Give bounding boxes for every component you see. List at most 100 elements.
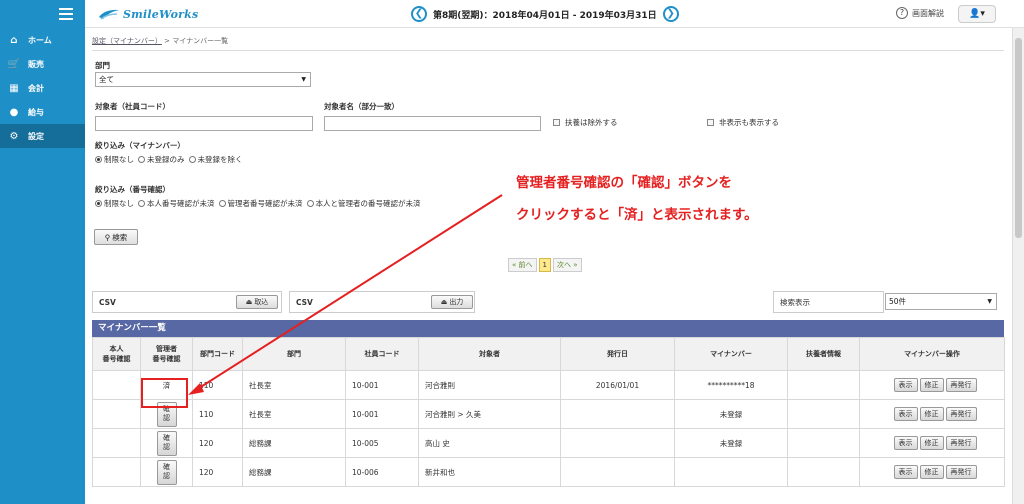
user-menu-button[interactable]: 👤▾ (958, 5, 996, 23)
edit-button[interactable]: 修正 (919, 465, 944, 479)
money-bag-icon: ● (9, 106, 19, 118)
number-check-option[interactable]: 制限なし (95, 198, 134, 209)
mynumber-filter-group: 制限なし 未登録のみ 未登録を除く (95, 154, 247, 165)
dependent-cell (787, 428, 860, 458)
edit-button[interactable]: 修正 (919, 436, 944, 450)
search-button-label: 検索 (112, 232, 128, 242)
scrollbar-thumb[interactable] (1015, 38, 1022, 238)
name-cell: 河合雅則 > 久美 (418, 399, 561, 429)
csv-import-button[interactable]: ⏏ 取込 (236, 295, 278, 309)
col-header-dept: 部門 (242, 337, 346, 371)
breadcrumb: 設定（マイナンバー） > マイナンバー一覧 (92, 36, 228, 46)
checkbox-box (553, 119, 560, 126)
view-button[interactable]: 表示 (893, 407, 918, 421)
breadcrumb-parent-link[interactable]: 設定（マイナンバー） (92, 37, 162, 45)
edit-button[interactable]: 修正 (919, 378, 944, 392)
exclude-dependents-checkbox[interactable]: 扶養は除外する (553, 117, 618, 128)
sidebar-item-accounting[interactable]: ▦ 会計 (0, 76, 85, 100)
annotation-callout: 管理者番号確認の「確認」ボタンを クリックすると「済」と表示されます。 (516, 167, 896, 231)
name-cell: 新井和也 (418, 457, 561, 487)
view-button[interactable]: 表示 (893, 378, 918, 392)
display-count-value: 50件 (889, 297, 907, 306)
pager-next[interactable]: 次へ » (552, 258, 582, 272)
help-link[interactable]: ? 画面解説 (896, 7, 944, 19)
mynumber-cell: **********18 (674, 370, 788, 400)
menu-toggle[interactable] (0, 0, 85, 28)
number-check-option[interactable]: 本人番号確認が未済 (138, 198, 215, 209)
view-button[interactable]: 表示 (893, 465, 918, 479)
dept-code-cell: 110 (192, 399, 243, 429)
logo-text: SmileWorks (123, 7, 199, 21)
number-check-option[interactable]: 本人と管理者の番号確認が未済 (306, 198, 421, 209)
pager-prev[interactable]: « 前へ (508, 258, 537, 272)
display-count-select[interactable]: 50件 ▼ (885, 293, 997, 310)
annotation-line-1: 管理者番号確認の「確認」ボタンを (516, 175, 732, 191)
mynumber-filter-option[interactable]: 未登録のみ (138, 154, 185, 165)
main-content: 設定（マイナンバー） > マイナンバー一覧 部門 全て ▼ 対象者（社員コード）… (85, 28, 1012, 504)
mynumber-filter-label: 絞り込み（マイナンバー） (95, 141, 185, 150)
table-row: 確 認 110 社長室 10-001 河合雅則 > 久美 未登録 表示 修正 再… (92, 399, 1005, 429)
issued-cell (560, 428, 675, 458)
admin-check-cell: 確 認 (140, 457, 193, 487)
employee-code-input[interactable] (95, 116, 313, 131)
ledger-icon: ▦ (9, 82, 19, 94)
issued-cell (560, 457, 675, 487)
emp-code-cell: 10-001 (345, 370, 419, 400)
breadcrumb-divider (92, 50, 1004, 51)
pager-current[interactable]: 1 (538, 258, 551, 272)
dept-code-cell: 120 (192, 428, 243, 458)
show-hidden-checkbox[interactable]: 非表示も表示する (707, 117, 779, 128)
upload-icon: ⏏ (245, 298, 253, 306)
exclude-dependents-label: 扶養は除外する (565, 118, 618, 127)
self-check-cell (92, 399, 141, 429)
self-check-cell (92, 370, 141, 400)
admin-confirm-button[interactable]: 確 認 (156, 459, 177, 485)
reissue-button[interactable]: 再発行 (945, 407, 977, 421)
period-navigator: ❮ 第8期(翌期)：2018年04月01日 - 2019年03月31日 ❯ (411, 5, 679, 23)
reissue-button[interactable]: 再発行 (945, 378, 977, 392)
department-label: 部門 (95, 61, 110, 70)
sidebar-item-home[interactable]: ⌂ ホーム (0, 28, 85, 52)
col-header-emp-code: 社員コード (345, 337, 419, 371)
download-icon: ⏏ (440, 298, 448, 306)
col-header-self-check: 本人 番号確認 (92, 337, 141, 371)
prev-period-button[interactable]: ❮ (411, 6, 427, 22)
list-section-header: マイナンバー一覧 (92, 320, 1004, 337)
mynumber-filter-option[interactable]: 制限なし (95, 154, 134, 165)
hamburger-icon (59, 8, 73, 23)
search-button[interactable]: ⚲ 検索 (94, 229, 138, 245)
col-header-ops: マイナンバー操作 (859, 337, 1005, 371)
number-check-option[interactable]: 管理者番号確認が未済 (218, 198, 303, 209)
page-scrollbar[interactable] (1012, 28, 1024, 504)
csv-export-label: CSV (296, 297, 313, 307)
emp-code-cell: 10-006 (345, 457, 419, 487)
csv-export-button[interactable]: ⏏ 出力 (431, 295, 473, 309)
mynumber-cell (674, 457, 788, 487)
app-logo[interactable]: SmileWorks (97, 6, 198, 22)
number-check-filter-group: 制限なし 本人番号確認が未済 管理者番号確認が未済 本人と管理者の番号確認が未済 (95, 198, 425, 209)
col-header-admin-check: 管理者 番号確認 (140, 337, 193, 371)
view-button[interactable]: 表示 (893, 436, 918, 450)
reissue-button[interactable]: 再発行 (945, 436, 977, 450)
mynumber-filter-option[interactable]: 未登録を除く (188, 154, 243, 165)
period-text: 第8期(翌期)：2018年04月01日 - 2019年03月31日 (433, 10, 657, 21)
self-check-cell (92, 428, 141, 458)
name-cell: 河合雅則 (418, 370, 561, 400)
name-cell: 高山 史 (418, 428, 561, 458)
reissue-button[interactable]: 再発行 (945, 465, 977, 479)
edit-button[interactable]: 修正 (919, 407, 944, 421)
next-period-button[interactable]: ❯ (662, 6, 679, 22)
admin-confirm-button[interactable]: 確 認 (156, 430, 177, 456)
dependent-cell (787, 399, 860, 429)
sidebar-item-settings[interactable]: ⚙ 設定 (0, 124, 85, 148)
sidebar: ⌂ ホーム 🛒 販売 ▦ 会計 ● 給与 ⚙ 設定 (0, 28, 85, 504)
employee-name-input[interactable] (324, 116, 541, 131)
display-count-label: 検索表示 (780, 297, 810, 307)
table-row: 済 110 社長室 10-001 河合雅則 2016/01/01 *******… (92, 370, 1005, 400)
ops-cell: 表示 修正 再発行 (859, 457, 1005, 487)
col-header-dependent: 扶養者情報 (787, 337, 860, 371)
sidebar-item-payroll[interactable]: ● 給与 (0, 100, 85, 124)
caret-down-icon: ▼ (987, 298, 992, 305)
sidebar-item-sales[interactable]: 🛒 販売 (0, 52, 85, 76)
department-select[interactable]: 全て ▼ (95, 72, 311, 87)
